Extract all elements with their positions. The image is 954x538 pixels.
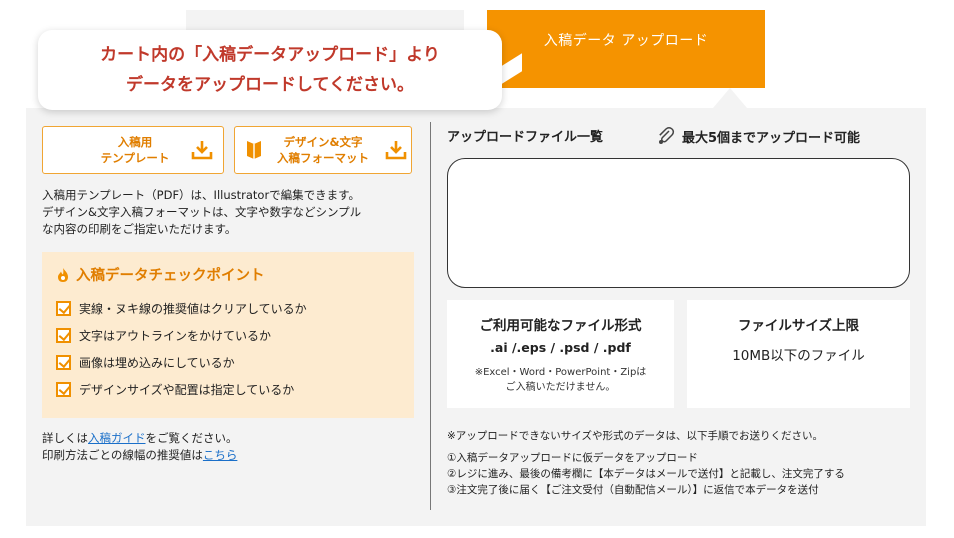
- checkbox-icon: [56, 328, 71, 343]
- size-title: ファイルサイズ上限: [737, 318, 860, 334]
- upload-list-title: アップロードファイル一覧: [447, 130, 604, 145]
- tab-upload[interactable]: 入稿データ アップロード: [487, 10, 765, 88]
- formats-note: ※Excel・Word・PowerPoint・Zipは ご入稿いただけません。: [474, 367, 647, 393]
- formats-title: ご利用可能なファイル形式: [479, 318, 642, 334]
- file-size-card: ファイルサイズ上限 10MB以下のファイル: [687, 300, 910, 408]
- callout-bubble: カート内の「入稿データアップロード」より データをアップロードしてください。: [38, 30, 502, 110]
- more-info: 詳しくは入稿ガイドをご覧ください。 印刷方法ごとの線幅の推奨値はこちら: [42, 431, 238, 462]
- template-button-line1: 入稿用: [117, 135, 153, 149]
- file-formats-card: ご利用可能なファイル形式 .ai /.eps / .psd / .pdf ※Ex…: [447, 300, 674, 408]
- download-icon: [385, 141, 407, 160]
- line-width-link[interactable]: こちら: [203, 448, 238, 462]
- formats-extensions: .ai /.eps / .psd / .pdf: [490, 340, 631, 355]
- checkpoint-box: 入稿データチェックポイント 実線・ヌキ線の推奨値はクリアしているか 文字はアウト…: [42, 252, 414, 418]
- paperclip-icon: [659, 127, 675, 144]
- column-divider: [430, 122, 431, 510]
- template-download-button[interactable]: 入稿用 テンプレート: [42, 126, 224, 174]
- checkbox-icon: [56, 382, 71, 397]
- book-icon: [247, 141, 261, 159]
- checkbox-icon: [56, 301, 71, 316]
- upload-notes: ※アップロードできないサイズや形式のデータは、以下手順でお送りください。 ①入稿…: [447, 428, 845, 498]
- format-button-line2: 入稿フォーマット: [277, 151, 369, 165]
- checkpoint-item: 実線・ヌキ線の推奨値はクリアしているか: [56, 295, 400, 322]
- format-button-line1: デザイン&文字: [283, 135, 363, 149]
- size-value: 10MB以下のファイル: [732, 348, 865, 364]
- checkbox-icon: [56, 355, 71, 370]
- guide-link[interactable]: 入稿ガイド: [88, 431, 146, 445]
- template-description: 入稿用テンプレート（PDF）は、Illustratorで編集できます。 デザイン…: [42, 188, 362, 236]
- format-download-button[interactable]: デザイン&文字 入稿フォーマット: [234, 126, 412, 174]
- callout-line2: データをアップロードしてください。: [126, 75, 414, 95]
- tab-upload-label: 入稿データ アップロード: [543, 33, 709, 49]
- panel-notch: [713, 88, 747, 108]
- checkpoint-item: 文字はアウトラインをかけているか: [56, 322, 400, 349]
- upload-dropzone[interactable]: [447, 158, 910, 288]
- checkpoint-item: デザインサイズや配置は指定しているか: [56, 376, 400, 403]
- upload-max-note: 最大5個までアップロード可能: [656, 126, 860, 146]
- notes-step: ③注文完了後に届く【ご注文受付（自動配信メール）】に返信で本データを送付: [447, 484, 819, 496]
- template-button-line2: テンプレート: [100, 151, 170, 165]
- checkpoint-item: 画像は埋め込みにしているか: [56, 349, 400, 376]
- checkpoint-title: 入稿データチェックポイント: [56, 264, 400, 285]
- callout-line1: カート内の「入稿データアップロード」より: [100, 45, 440, 65]
- fire-icon: [58, 267, 68, 282]
- notes-step: ①入稿データアップロードに仮データをアップロード: [447, 452, 698, 464]
- notes-step: ②レジに進み、最後の備考欄に【本データはメールで送付】と記載し、注文完了する: [447, 468, 845, 480]
- download-icon: [191, 141, 213, 160]
- notes-intro: ※アップロードできないサイズや形式のデータは、以下手順でお送りください。: [447, 430, 823, 442]
